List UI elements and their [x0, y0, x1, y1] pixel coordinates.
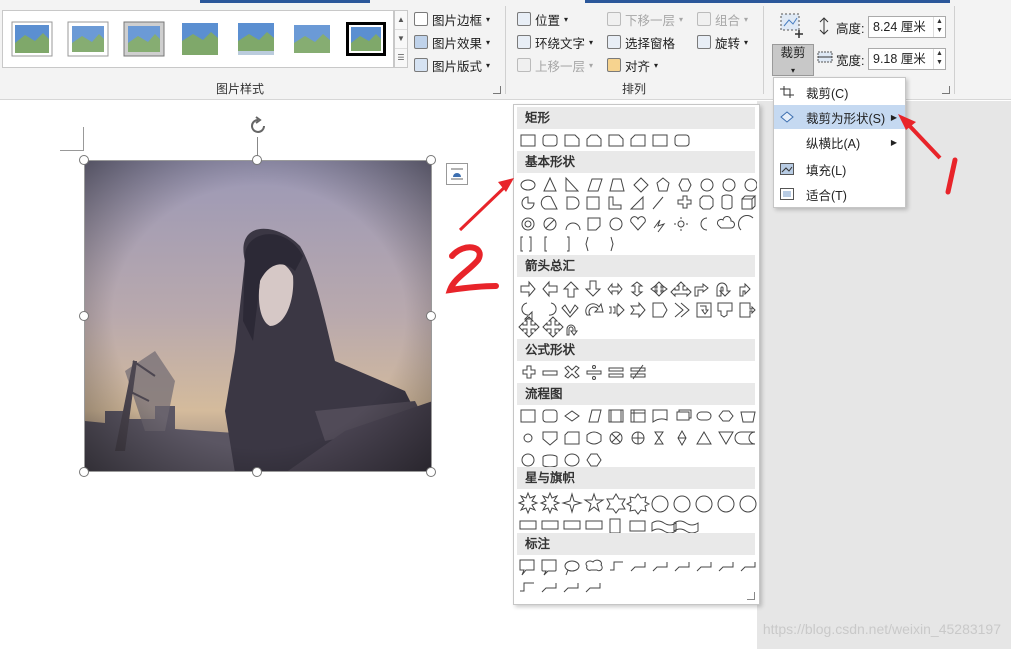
- resize-handle[interactable]: [426, 155, 436, 165]
- gallery-down-icon[interactable]: ▼: [395, 30, 407, 49]
- wrap-text-button[interactable]: 环绕文字 ▾: [517, 32, 593, 52]
- picture-content: [85, 161, 431, 471]
- spin-arrows-icon[interactable]: ▲ ▼: [933, 49, 945, 69]
- height-label: 高度:: [836, 22, 865, 36]
- height-icon: [816, 17, 832, 35]
- bring-forward-icon: [517, 58, 531, 72]
- picture-style-thumbnail[interactable]: [67, 21, 109, 57]
- resize-handle[interactable]: [79, 311, 89, 321]
- resize-handle[interactable]: [252, 467, 262, 477]
- picture-effects-icon: [414, 35, 428, 49]
- selection-pane-button[interactable]: 选择窗格: [607, 32, 675, 52]
- size-launcher-icon[interactable]: [942, 86, 950, 94]
- picture-style-thumbnail[interactable]: [123, 21, 165, 57]
- group-icon: [697, 12, 711, 26]
- crop-icon: [780, 86, 794, 98]
- picture-styles-gallery[interactable]: [2, 10, 394, 68]
- picture-styles-launcher-icon[interactable]: [493, 86, 501, 94]
- picture-layout-button[interactable]: 图片版式 ▾: [414, 55, 490, 75]
- resize-handle[interactable]: [79, 467, 89, 477]
- selected-picture[interactable]: [84, 160, 432, 472]
- shape-grid-flowchart[interactable]: [517, 407, 757, 469]
- ribbon-accent-bar: [585, 0, 950, 3]
- picture-border-button[interactable]: 图片边框 ▾: [414, 9, 490, 29]
- divider: [954, 6, 955, 94]
- group-label-arrange: 排列: [622, 82, 647, 96]
- crop-button[interactable]: 裁剪 ▾: [772, 44, 814, 76]
- picture-border-icon: [414, 12, 428, 26]
- resize-handle[interactable]: [252, 155, 262, 165]
- rotate-icon: [697, 35, 711, 49]
- width-label: 宽度:: [836, 54, 865, 68]
- divider: [763, 6, 764, 94]
- picture-style-thumbnail[interactable]: [345, 21, 387, 57]
- resize-handle[interactable]: [426, 311, 436, 321]
- section-header-flowchart: 流程图: [517, 383, 755, 405]
- annotation-arrow-2: [458, 182, 510, 232]
- annotation-number-2: [445, 244, 499, 294]
- width-field[interactable]: 9.18 厘米 ▲ ▼: [868, 48, 946, 70]
- height-field[interactable]: 8.24 厘米 ▲ ▼: [868, 16, 946, 38]
- gallery-up-icon[interactable]: ▲: [395, 11, 407, 30]
- group-label-picture-styles: 图片样式: [216, 82, 265, 96]
- spin-arrows-icon[interactable]: ▲ ▼: [933, 17, 945, 37]
- chevron-down-icon: ▾: [790, 66, 795, 75]
- wrap-text-icon: [517, 35, 531, 49]
- group-button[interactable]: 组合 ▾: [697, 9, 748, 29]
- picture-style-thumbnail[interactable]: [179, 21, 221, 57]
- align-icon: [607, 58, 621, 72]
- watermark: https://blog.csdn.net/weixin_45283197: [762, 621, 1001, 637]
- picture-layout-icon: [414, 58, 428, 72]
- bring-forward-button[interactable]: 上移一层 ▾: [517, 55, 593, 75]
- resize-handle[interactable]: [79, 155, 89, 165]
- send-backward-button[interactable]: 下移一层 ▾: [607, 9, 683, 29]
- resize-grip-icon[interactable]: [747, 592, 755, 600]
- page-corner-mark: [60, 127, 84, 151]
- shape-row-equation[interactable]: [517, 363, 757, 383]
- gallery-scroll[interactable]: ▲ ▼ ☰: [394, 10, 408, 68]
- picture-effects-button[interactable]: 图片效果 ▾: [414, 32, 490, 52]
- gallery-more-icon[interactable]: ☰: [395, 49, 407, 68]
- position-icon: [517, 12, 531, 26]
- shape-grid-stars[interactable]: [517, 491, 757, 535]
- section-header-equation-shapes: 公式形状: [517, 339, 755, 361]
- resize-handle[interactable]: [426, 467, 436, 477]
- annotation-number-1: [945, 157, 958, 195]
- selection-pane-icon: [607, 35, 621, 49]
- ribbon-accent-bar: [200, 0, 370, 3]
- picture-style-thumbnail[interactable]: [235, 21, 277, 57]
- send-backward-icon: [607, 12, 621, 26]
- picture-style-thumbnail[interactable]: [11, 21, 53, 57]
- section-header-callouts: 标注: [517, 533, 755, 555]
- shape-grid-callouts[interactable]: [517, 557, 757, 599]
- divider: [505, 6, 506, 94]
- annotation-overlay: [445, 114, 958, 294]
- position-button[interactable]: 位置 ▾: [517, 9, 568, 29]
- width-icon: [816, 49, 834, 65]
- section-header-stars-banners: 星与旗帜: [517, 467, 755, 489]
- rotate-button[interactable]: 旋转 ▾: [697, 32, 748, 52]
- rotate-handle-icon[interactable]: [247, 115, 269, 137]
- picture-style-thumbnail[interactable]: [291, 21, 333, 57]
- crop-icon[interactable]: [779, 12, 805, 38]
- align-button[interactable]: 对齐 ▾: [607, 55, 658, 75]
